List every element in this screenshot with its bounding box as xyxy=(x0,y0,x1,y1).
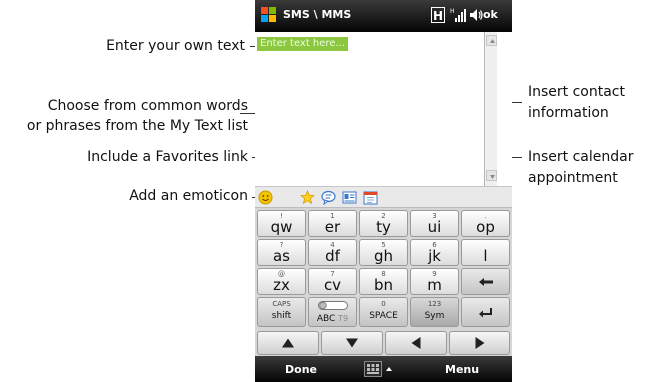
arrow-left-key[interactable] xyxy=(385,331,447,355)
arrow-up-key[interactable] xyxy=(257,331,319,355)
enter-icon xyxy=(479,308,492,318)
phone-screen: SMS \ MMS H H ok Enter text here... ! qw… xyxy=(255,0,512,382)
arrow-right-icon xyxy=(475,337,484,349)
input-mode-key[interactable]: ABC T9 xyxy=(308,297,357,327)
scroll-up-button[interactable] xyxy=(486,35,497,46)
key-letters: gh xyxy=(373,247,394,265)
shift-label: shift xyxy=(271,311,292,321)
key-letters: er xyxy=(324,218,341,236)
key-letters: df xyxy=(325,247,340,265)
key-letters: m xyxy=(427,276,442,294)
window-title: SMS \ MMS xyxy=(283,8,352,21)
key-ty[interactable]: 2 ty xyxy=(359,210,408,237)
key-bn[interactable]: 8 bn xyxy=(359,268,408,295)
key-letters: cv xyxy=(323,276,342,294)
keypad: ! qw 1 er 2 ty 3 ui . op ? as 4 df 5 gh 6 jk l @ z… xyxy=(255,208,512,356)
callout-common-words-1: Choose from common words xyxy=(47,98,248,114)
space-number: 0 xyxy=(381,300,386,308)
enter-key[interactable] xyxy=(461,297,510,327)
key-letters: ui xyxy=(427,218,442,236)
abc-label: ABC xyxy=(316,314,336,324)
arrow-down-icon xyxy=(346,338,358,348)
space-label: SPACE xyxy=(369,311,398,321)
key-letters: jk xyxy=(428,247,441,265)
callout-contact-2: information xyxy=(528,105,609,121)
callout-favorites: Include a Favorites link xyxy=(87,149,248,165)
signal-strength-icon: H xyxy=(450,8,466,22)
key-qw[interactable]: ! qw xyxy=(257,210,306,237)
message-text-input[interactable]: Enter text here... xyxy=(257,37,349,51)
key-letters: bn xyxy=(373,276,394,294)
key-l[interactable]: l xyxy=(461,239,510,266)
emoticon-icon[interactable] xyxy=(258,190,273,205)
callout-own-text: Enter your own text xyxy=(106,38,245,54)
backspace-key[interactable] xyxy=(461,268,510,295)
caps-shift-key[interactable]: CAPS shift xyxy=(257,297,306,327)
volume-icon[interactable] xyxy=(469,8,483,22)
key-letters: ty xyxy=(376,218,391,236)
key-zx[interactable]: @ zx xyxy=(257,268,306,295)
my-text-icon[interactable] xyxy=(321,190,336,205)
key-as[interactable]: ? as xyxy=(257,239,306,266)
key-jk[interactable]: 6 jk xyxy=(410,239,459,266)
key-er[interactable]: 1 er xyxy=(308,210,357,237)
toggle-switch-icon xyxy=(318,301,348,310)
sym-key[interactable]: 123 Sym xyxy=(410,297,459,327)
t9-label: T9 xyxy=(338,314,349,323)
arrow-down-key[interactable] xyxy=(321,331,383,355)
key-letters: l xyxy=(483,247,488,265)
softkey-bar: Done Menu xyxy=(255,356,512,382)
composer-margin xyxy=(497,32,512,186)
callout-contact-1: Insert contact xyxy=(528,84,625,100)
title-bar: SMS \ MMS H H ok xyxy=(255,0,512,32)
callout-emoticon: Add an emoticon xyxy=(129,188,248,204)
arrow-up-icon xyxy=(282,338,294,348)
key-ui[interactable]: 3 ui xyxy=(410,210,459,237)
svg-text:H: H xyxy=(450,8,455,15)
space-key[interactable]: 0 SPACE xyxy=(359,297,408,327)
key-op[interactable]: . op xyxy=(461,210,510,237)
key-m[interactable]: 9m xyxy=(410,268,459,295)
key-letters: qw xyxy=(270,218,293,236)
composer-scrollbar[interactable] xyxy=(484,32,498,186)
callout-calendar-1: Insert calendar xyxy=(528,149,634,165)
callout-common-words-2: or phrases from the My Text list xyxy=(26,118,248,134)
key-letters: op xyxy=(476,218,495,236)
key-letters: zx xyxy=(273,276,290,294)
ok-button[interactable]: ok xyxy=(483,8,498,21)
windows-start-icon[interactable] xyxy=(261,7,277,23)
done-softkey[interactable]: Done xyxy=(285,363,317,376)
arrow-right-key[interactable] xyxy=(449,331,510,355)
message-composer[interactable]: Enter text here... xyxy=(255,32,512,186)
sym-number: 123 xyxy=(427,300,442,308)
key-cv[interactable]: 7 cv xyxy=(308,268,357,295)
keyboard-input-icon[interactable] xyxy=(364,361,396,377)
favorites-star-icon[interactable] xyxy=(300,190,315,205)
backspace-icon xyxy=(479,278,493,286)
key-letters: as xyxy=(272,247,290,265)
key-gh[interactable]: 5 gh xyxy=(359,239,408,266)
insert-toolbar xyxy=(255,186,512,208)
menu-softkey[interactable]: Menu xyxy=(445,363,479,376)
caps-label: CAPS xyxy=(272,300,291,308)
scroll-down-button[interactable] xyxy=(486,170,497,181)
sym-label: Sym xyxy=(424,311,445,321)
arrow-left-icon xyxy=(411,337,421,349)
network-type-icon: H xyxy=(431,7,445,23)
key-df[interactable]: 4 df xyxy=(308,239,357,266)
contact-card-icon[interactable] xyxy=(342,190,357,205)
callout-calendar-2: appointment xyxy=(528,170,618,186)
calendar-icon[interactable] xyxy=(363,190,378,205)
